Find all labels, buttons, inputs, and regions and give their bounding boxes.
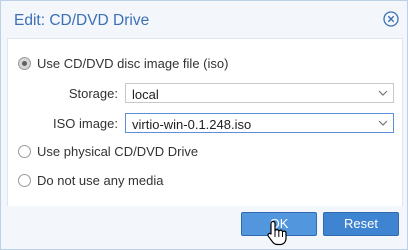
edit-cd-dvd-dialog: Edit: CD/DVD Drive Use CD/DVD disc image… xyxy=(0,0,408,250)
physical-drive-radio[interactable] xyxy=(18,145,31,158)
storage-select[interactable]: local xyxy=(125,83,394,103)
storage-label: Storage: xyxy=(68,86,118,101)
chevron-down-icon[interactable] xyxy=(378,89,388,97)
storage-value: local xyxy=(132,87,159,102)
iso-image-select[interactable]: virtio-win-0.1.248.iso xyxy=(125,113,394,133)
dialog-footer: OK Reset xyxy=(1,206,407,249)
iso-radio-label[interactable]: Use CD/DVD disc image file (iso) xyxy=(37,56,228,71)
reset-button[interactable]: Reset xyxy=(323,212,399,236)
physical-drive-label[interactable]: Use physical CD/DVD Drive xyxy=(37,144,198,159)
iso-radio[interactable] xyxy=(18,57,31,70)
chevron-down-icon[interactable] xyxy=(378,119,388,127)
dialog-title: Edit: CD/DVD Drive xyxy=(14,12,150,29)
iso-image-label: ISO image: xyxy=(52,116,118,131)
close-icon[interactable] xyxy=(383,11,399,27)
hand-pointer-icon xyxy=(267,220,287,246)
iso-image-value: virtio-win-0.1.248.iso xyxy=(132,117,252,132)
no-media-radio[interactable] xyxy=(18,174,31,187)
dialog-titlebar[interactable]: Edit: CD/DVD Drive xyxy=(1,1,407,38)
dialog-body: Use CD/DVD disc image file (iso) Storage… xyxy=(7,38,403,207)
no-media-label[interactable]: Do not use any media xyxy=(37,173,163,188)
